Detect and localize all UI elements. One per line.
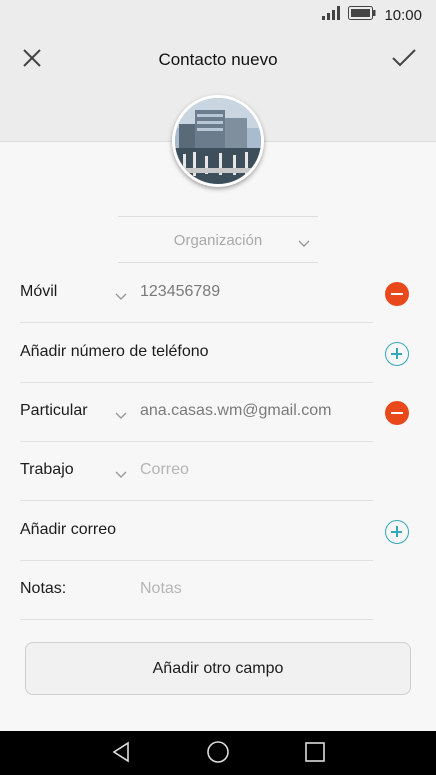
signal-icon bbox=[322, 6, 341, 25]
add-email-row[interactable]: Añadir correo bbox=[20, 502, 373, 561]
back-triangle-icon bbox=[110, 741, 132, 768]
back-button[interactable] bbox=[107, 740, 135, 768]
add-phone-button[interactable] bbox=[385, 342, 409, 366]
notes-row: Notas: Notas bbox=[20, 561, 373, 620]
home-button[interactable] bbox=[204, 740, 232, 768]
chevron-down-icon bbox=[298, 235, 310, 253]
email-field[interactable]: ana.casas.wm@gmail.com bbox=[140, 402, 331, 420]
email-row-work: Trabajo Correo bbox=[20, 442, 373, 501]
chevron-down-icon[interactable] bbox=[115, 288, 127, 306]
add-email-button[interactable] bbox=[385, 520, 409, 544]
work-email-field[interactable]: Correo bbox=[140, 461, 189, 479]
organization-placeholder: Organización bbox=[173, 232, 263, 249]
check-icon bbox=[392, 48, 416, 72]
email-type-label[interactable]: Particular bbox=[20, 402, 88, 420]
add-phone-label: Añadir número de teléfono bbox=[20, 343, 209, 360]
chevron-down-icon[interactable] bbox=[115, 466, 127, 484]
phone-field[interactable]: 123456789 bbox=[140, 283, 220, 301]
home-circle-icon bbox=[206, 740, 230, 769]
save-button[interactable] bbox=[386, 44, 422, 76]
add-phone-row[interactable]: Añadir número de teléfono bbox=[20, 324, 373, 383]
phone-row: Móvil 123456789 bbox=[20, 264, 373, 323]
status-icons: 10:00 bbox=[322, 6, 422, 25]
remove-email-button[interactable] bbox=[385, 401, 409, 425]
email-row-personal: Particular ana.casas.wm@gmail.com bbox=[20, 383, 373, 442]
page-title: Contacto nuevo bbox=[158, 50, 278, 69]
notes-field[interactable]: Notas bbox=[140, 580, 182, 598]
status-bar: 10:00 bbox=[0, 0, 436, 30]
add-email-label: Añadir correo bbox=[20, 521, 117, 538]
phone-type-label[interactable]: Móvil bbox=[20, 283, 57, 301]
email-type-label-work[interactable]: Trabajo bbox=[20, 461, 74, 479]
add-field-button[interactable]: Añadir otro campo bbox=[25, 642, 411, 695]
battery-icon bbox=[348, 6, 376, 25]
recents-button[interactable] bbox=[301, 740, 329, 768]
chevron-down-icon[interactable] bbox=[115, 407, 127, 425]
nav-bar bbox=[0, 731, 436, 775]
contact-photo[interactable] bbox=[172, 95, 264, 187]
recents-square-icon bbox=[305, 741, 325, 767]
remove-phone-button[interactable] bbox=[385, 282, 409, 306]
organization-field[interactable]: Organización bbox=[118, 216, 318, 263]
status-time: 10:00 bbox=[384, 7, 422, 24]
notes-label: Notas: bbox=[20, 580, 67, 597]
